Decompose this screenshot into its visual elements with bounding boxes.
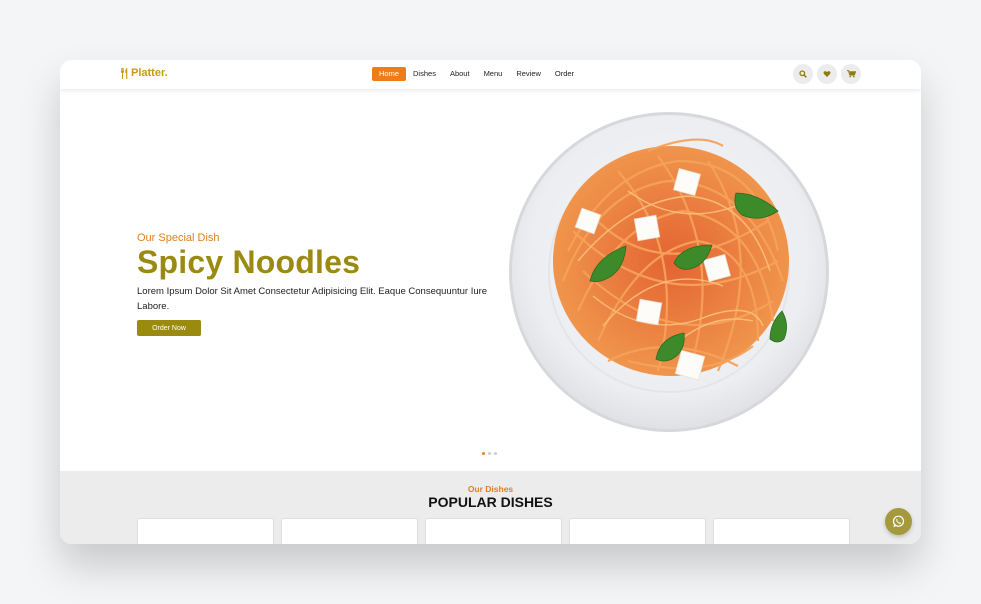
dish-card[interactable] bbox=[281, 518, 418, 544]
nav-dishes[interactable]: Dishes bbox=[406, 67, 443, 81]
spaghetti-plate-image bbox=[509, 112, 829, 432]
slider-dot[interactable] bbox=[482, 452, 485, 455]
whatsapp-icon bbox=[892, 515, 905, 528]
nav-order[interactable]: Order bbox=[548, 67, 581, 81]
whatsapp-chat-button[interactable] bbox=[885, 508, 912, 535]
nav-menu[interactable]: Menu bbox=[477, 67, 510, 81]
utensils-icon bbox=[121, 67, 128, 79]
section-subtitle: Our Dishes bbox=[467, 484, 514, 494]
hero-slider: Our Special Dish Spicy Noodles Lorem Ips… bbox=[60, 89, 921, 471]
browser-page: Platter. Home Dishes About Menu Review O… bbox=[60, 60, 921, 544]
order-now-button[interactable]: Order Now bbox=[137, 320, 201, 336]
popular-dishes-section: Our Dishes POPULAR DISHES bbox=[60, 471, 921, 544]
dish-cards bbox=[137, 518, 850, 544]
main-menu: Home Dishes About Menu Review Order bbox=[372, 67, 581, 81]
search-button[interactable] bbox=[793, 64, 813, 84]
slider-dot[interactable] bbox=[494, 452, 497, 455]
cart-icon bbox=[846, 70, 856, 78]
hero-description: Lorem Ipsum Dolor Sit Amet Consectetur A… bbox=[137, 286, 488, 312]
brand-name: Platter. bbox=[131, 67, 168, 79]
hero-title: Spicy Noodles bbox=[137, 244, 361, 280]
hero-subtitle: Our Special Dish bbox=[137, 232, 220, 244]
wishlist-button[interactable] bbox=[817, 64, 837, 84]
brand-logo[interactable]: Platter. bbox=[120, 67, 168, 79]
dish-card[interactable] bbox=[713, 518, 850, 544]
nav-home[interactable]: Home bbox=[372, 67, 407, 81]
slider-dots bbox=[482, 452, 497, 455]
dish-card[interactable] bbox=[569, 518, 706, 544]
section-title: POPULAR DISHES bbox=[428, 494, 553, 510]
dish-card[interactable] bbox=[137, 518, 274, 544]
search-icon bbox=[799, 70, 807, 78]
nav-review[interactable]: Review bbox=[509, 67, 548, 81]
nav-about[interactable]: About bbox=[443, 67, 477, 81]
navbar: Platter. Home Dishes About Menu Review O… bbox=[60, 60, 921, 89]
dish-card[interactable] bbox=[425, 518, 562, 544]
heart-icon bbox=[823, 71, 831, 77]
cart-button[interactable] bbox=[841, 64, 861, 84]
nav-icons bbox=[793, 64, 861, 84]
slider-dot[interactable] bbox=[488, 452, 491, 455]
